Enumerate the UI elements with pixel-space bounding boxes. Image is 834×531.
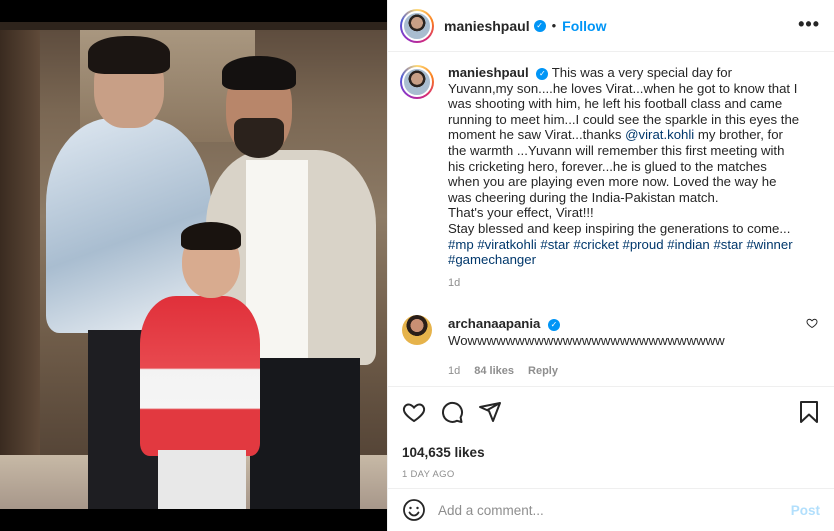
add-comment-bar: Post xyxy=(388,488,834,531)
comment-timestamp[interactable]: 1d xyxy=(448,363,460,380)
post-header: manieshpaul ✓ • Follow ••• xyxy=(388,0,834,52)
photo-person-right-hair xyxy=(222,56,296,90)
like-heart-icon[interactable] xyxy=(402,400,426,424)
post-actions: 104,635 likes 1 DAY AGO xyxy=(388,386,834,480)
hashtag[interactable]: #gamechanger xyxy=(448,252,536,267)
post-caption: manieshpaul ✓ This was a very special da… xyxy=(400,65,820,291)
comments-section[interactable]: manieshpaul ✓ This was a very special da… xyxy=(388,53,834,385)
photo-person-right-beard xyxy=(234,118,284,158)
follow-button[interactable]: Follow xyxy=(562,18,606,34)
emoji-icon[interactable] xyxy=(402,498,426,522)
author-avatar[interactable] xyxy=(400,8,434,43)
comment-like-heart-icon[interactable] xyxy=(806,317,818,332)
action-icons xyxy=(402,399,820,425)
hashtag[interactable]: #winner xyxy=(746,237,792,252)
share-paper-plane-icon[interactable] xyxy=(478,400,502,424)
photo-door-frame xyxy=(0,22,40,509)
post-photo[interactable] xyxy=(0,0,387,531)
commenter-username[interactable]: archanaapania xyxy=(448,316,540,331)
verified-badge-icon: ✓ xyxy=(536,67,549,80)
author-avatar-image xyxy=(402,10,432,41)
hashtag[interactable]: #viratkohli xyxy=(477,237,536,252)
hashtag[interactable]: #mp xyxy=(448,237,474,252)
likes-count[interactable]: 104,635 likes xyxy=(402,445,820,460)
photo-child-hair xyxy=(181,222,241,250)
comment-reply-button[interactable]: Reply xyxy=(528,363,558,380)
hashtag[interactable]: #cricket xyxy=(573,237,618,252)
separator-dot: • xyxy=(551,18,557,33)
photo-person-right-legs xyxy=(250,358,360,509)
commenter-avatar[interactable] xyxy=(402,315,432,346)
comment-likes[interactable]: 84 likes xyxy=(474,363,514,380)
post-comment-button[interactable]: Post xyxy=(791,503,820,518)
caption-body: manieshpaul ✓ This was a very special da… xyxy=(448,65,800,291)
photo-child-legs xyxy=(158,450,246,509)
add-comment-input[interactable] xyxy=(438,502,778,518)
comment-meta: 1d 84 likes Reply xyxy=(448,363,788,380)
verified-badge-icon: ✓ xyxy=(548,318,561,331)
caption-avatar-image xyxy=(402,67,432,97)
caption-line-effect: That's your effect, Virat!!! xyxy=(448,205,594,221)
photo-person-left-hair xyxy=(88,36,170,74)
hashtag[interactable]: #indian xyxy=(667,237,710,252)
verified-badge-icon: ✓ xyxy=(533,19,546,32)
caption-line-bless: Stay blessed and keep inspiring the gene… xyxy=(448,220,791,236)
photo-top-beam xyxy=(0,22,387,30)
caption-mention[interactable]: @virat.kohli xyxy=(625,127,694,142)
comment-body: archanaapania ✓ Wowwwwwwwwwwwwwwwwwwwwww… xyxy=(448,315,788,380)
more-options-icon[interactable]: ••• xyxy=(798,14,820,35)
save-bookmark-icon[interactable] xyxy=(798,400,820,424)
caption-username[interactable]: manieshpaul xyxy=(448,65,529,80)
photo-child-jersey xyxy=(140,296,260,456)
post-sidebar: manieshpaul ✓ • Follow ••• manieshpaul ✓… xyxy=(387,0,834,531)
caption-timestamp[interactable]: 1d xyxy=(448,276,800,292)
caption-avatar[interactable] xyxy=(400,65,434,99)
hashtag[interactable]: #proud xyxy=(622,237,663,252)
author-username[interactable]: manieshpaul xyxy=(444,18,530,34)
hashtag[interactable]: #star xyxy=(713,237,742,252)
hashtag[interactable]: #star xyxy=(540,237,569,252)
comment-item: archanaapania ✓ Wowwwwwwwwwwwwwwwwwwwwww… xyxy=(400,315,820,380)
comment-text: Wowwwwwwwwwwwwwwwwwwwwwwwwwww xyxy=(448,333,725,349)
post-date[interactable]: 1 DAY AGO xyxy=(402,469,820,480)
comment-bubble-icon[interactable] xyxy=(440,400,464,424)
instagram-post: manieshpaul ✓ • Follow ••• manieshpaul ✓… xyxy=(0,0,834,531)
